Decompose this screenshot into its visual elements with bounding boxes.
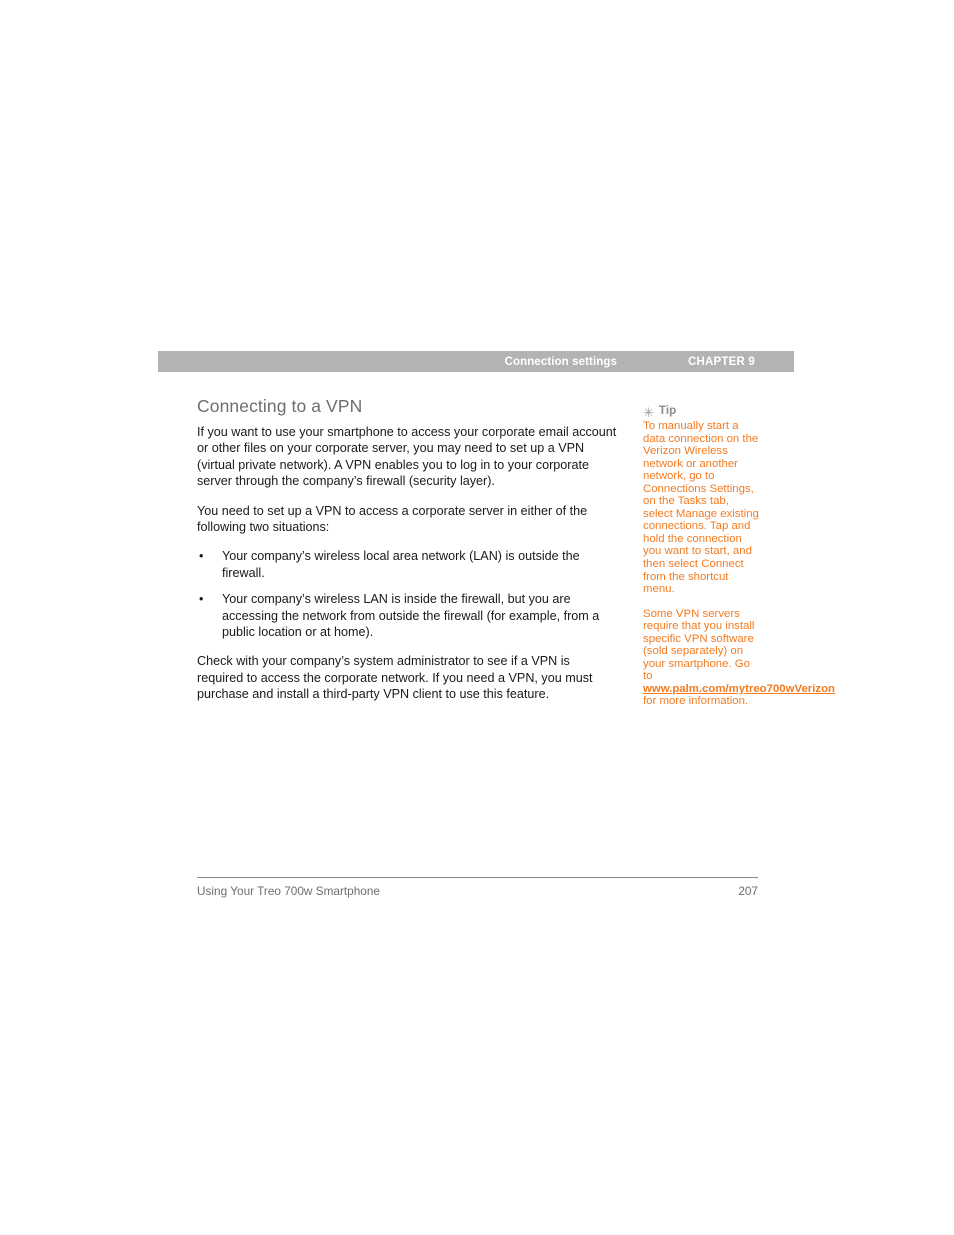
header-chapter-number: CHAPTER 9 — [688, 355, 755, 368]
palm-support-link[interactable]: www.palm.com/mytreo700wVerizon — [643, 683, 835, 695]
list-item-text: Your company’s wireless LAN is inside th… — [222, 592, 600, 640]
footer-title: Using Your Treo 700w Smartphone — [197, 884, 380, 898]
page-footer: Using Your Treo 700w Smartphone 207 — [197, 877, 758, 898]
bullet-icon: • — [199, 592, 204, 607]
tip-paragraph-2-trail: for more information. — [643, 695, 749, 708]
tip-header: ✳ Tip — [643, 405, 761, 420]
body-paragraph-2: You need to set up a VPN to access a cor… — [197, 503, 588, 535]
tip-sidebar: ✳ Tip To manually start a data connectio… — [643, 405, 835, 708]
body-paragraph-1: If you want to use your smartphone to ac… — [197, 425, 617, 489]
tip-paragraph-2: Some VPN servers require that you instal… — [643, 607, 835, 708]
body-paragraph-3: Check with your company’s system adminis… — [197, 654, 593, 702]
list-item: • Your company’s wireless LAN is inside … — [197, 591, 619, 640]
tip-label: Tip — [658, 405, 677, 417]
tip-paragraph-2-lead: Some VPN servers require that you instal… — [643, 607, 755, 683]
list-item-text: Your company’s wireless local area netwo… — [222, 549, 580, 580]
list-item: • Your company’s wireless local area net… — [197, 548, 619, 581]
page-running-header: Connection settings CHAPTER 9 — [158, 351, 794, 372]
main-text-column: Connecting to a VPN If you want to use y… — [197, 396, 619, 703]
page-title: Connecting to a VPN — [197, 396, 363, 416]
situation-bullet-list: • Your company’s wireless local area net… — [197, 548, 619, 640]
tip-paragraph-1: To manually start a data connection on t… — [643, 420, 759, 596]
page-number: 207 — [738, 884, 758, 898]
header-chapter-title: Connection settings — [504, 355, 617, 368]
bullet-icon: • — [199, 549, 204, 564]
asterisk-icon: ✳ — [643, 405, 654, 420]
